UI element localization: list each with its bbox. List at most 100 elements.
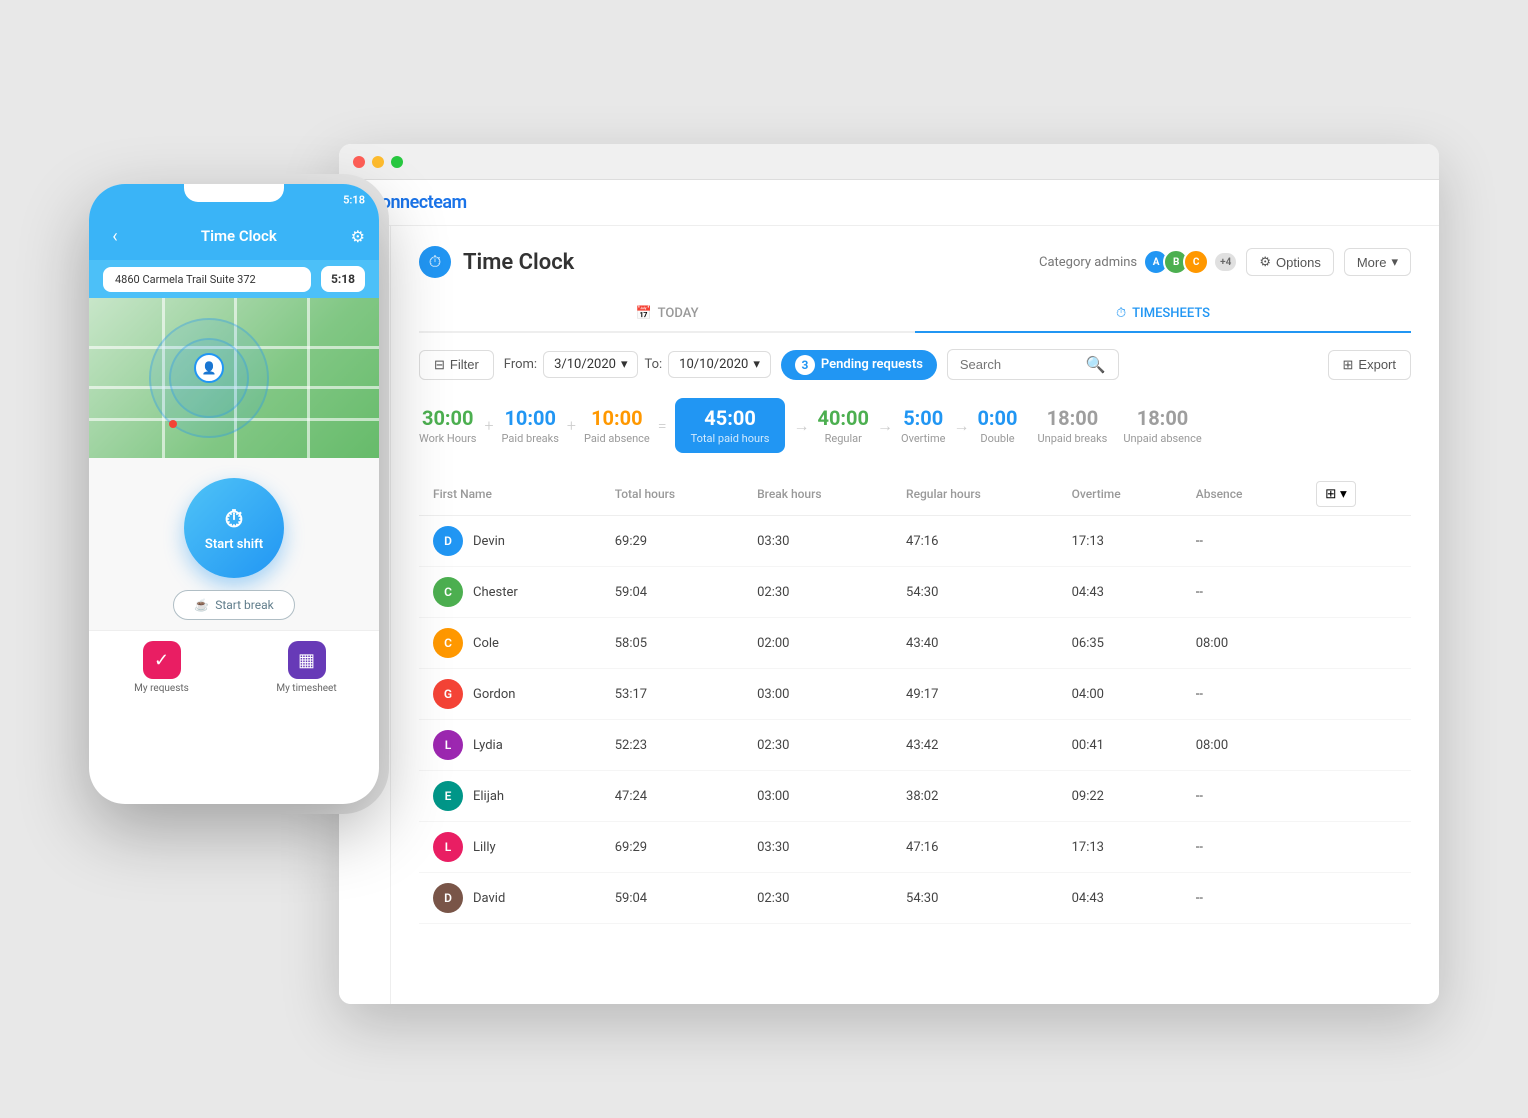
map-user-pin: 👤 bbox=[194, 353, 224, 383]
tab-timesheets[interactable]: ⏱ TIMESHEETS bbox=[915, 296, 1411, 333]
overtime-cell: 04:00 bbox=[1058, 669, 1182, 720]
col-break-hours: Break hours bbox=[743, 473, 892, 516]
col-absence: Absence bbox=[1182, 473, 1302, 516]
phone-notch bbox=[184, 184, 284, 202]
regular-hours-cell: 49:17 bbox=[892, 669, 1058, 720]
table-row[interactable]: C Cole 58:05 02:00 43:40 06:35 08:00 bbox=[419, 618, 1411, 669]
total-hours-cell: 52:23 bbox=[601, 720, 743, 771]
plus-separator-2: + bbox=[567, 416, 576, 435]
stat-total-paid: 45:00 Total paid hours bbox=[675, 398, 786, 453]
admin-avatar: C bbox=[1183, 249, 1209, 275]
page-title-area: ⏱ Time Clock bbox=[419, 246, 574, 278]
stat-double: 0:00 Double bbox=[977, 406, 1017, 445]
search-input[interactable] bbox=[960, 357, 1080, 372]
phone-nav-my-timesheet[interactable]: ▦ My timesheet bbox=[234, 641, 379, 694]
category-admins: Category admins A B C +4 bbox=[1039, 249, 1236, 275]
more-button[interactable]: More ▾ bbox=[1344, 248, 1411, 276]
overtime-cell: 04:43 bbox=[1058, 567, 1182, 618]
phone-notch-bar: 5:18 bbox=[89, 184, 379, 216]
total-hours-cell: 59:04 bbox=[601, 873, 743, 924]
page-content: ⏱ Time Clock Category admins A B C bbox=[391, 226, 1439, 1004]
col-total-hours: Total hours bbox=[601, 473, 743, 516]
regular-hours-cell: 47:16 bbox=[892, 516, 1058, 567]
filter-icon: ⊟ bbox=[434, 357, 445, 373]
options-button[interactable]: ⚙ Options bbox=[1246, 248, 1333, 276]
table-row[interactable]: G Gordon 53:17 03:00 49:17 04:00 -- bbox=[419, 669, 1411, 720]
user-name: Lydia bbox=[473, 738, 503, 753]
page-title: Time Clock bbox=[463, 250, 574, 275]
user-name: Cole bbox=[473, 636, 499, 651]
col-regular-hours: Regular hours bbox=[892, 473, 1058, 516]
overtime-cell: 00:41 bbox=[1058, 720, 1182, 771]
maximize-button[interactable] bbox=[391, 156, 403, 168]
overtime-cell: 04:43 bbox=[1058, 873, 1182, 924]
overtime-cell: 17:13 bbox=[1058, 516, 1182, 567]
phone-address: 4860 Carmela Trail Suite 372 bbox=[103, 267, 311, 292]
stats-row: 30:00 Work Hours + 10:00 Paid breaks + 1… bbox=[419, 398, 1411, 453]
table-row[interactable]: D David 59:04 02:30 54:30 04:43 -- bbox=[419, 873, 1411, 924]
start-shift-button[interactable]: ⏱ Start shift bbox=[184, 478, 284, 578]
search-icon: 🔍 bbox=[1086, 355, 1106, 374]
table-row[interactable]: L Lydia 52:23 02:30 43:42 00:41 08:00 bbox=[419, 720, 1411, 771]
arrow-separator-3: → bbox=[953, 416, 969, 436]
page-header: ⏱ Time Clock Category admins A B C bbox=[419, 246, 1411, 278]
break-hours-cell: 03:30 bbox=[743, 516, 892, 567]
my-timesheet-icon: ▦ bbox=[288, 641, 326, 679]
total-hours-cell: 58:05 bbox=[601, 618, 743, 669]
timeclock-icon: ⏱ bbox=[419, 246, 451, 278]
start-break-button[interactable]: ☕ Start break bbox=[173, 590, 294, 620]
pending-requests-button[interactable]: 3 Pending requests bbox=[781, 350, 937, 380]
plus-separator: + bbox=[485, 416, 494, 435]
user-name: Chester bbox=[473, 585, 518, 600]
equals-separator: = bbox=[658, 416, 667, 435]
absence-cell: -- bbox=[1182, 771, 1302, 822]
table-settings-button[interactable]: ⊞ ▾ bbox=[1316, 481, 1356, 507]
table-row[interactable]: L Lilly 69:29 03:30 47:16 17:13 -- bbox=[419, 822, 1411, 873]
back-button[interactable]: ‹ bbox=[103, 224, 127, 248]
overtime-cell: 06:35 bbox=[1058, 618, 1182, 669]
break-hours-cell: 02:00 bbox=[743, 618, 892, 669]
absence-cell: -- bbox=[1182, 567, 1302, 618]
table-row[interactable]: D Devin 69:29 03:30 47:16 17:13 -- bbox=[419, 516, 1411, 567]
export-icon: ⊞ bbox=[1343, 357, 1354, 373]
phone-nav-my-requests[interactable]: ✓ My requests bbox=[89, 641, 234, 694]
toolbar: ⊟ Filter From: 3/10/2020 ▾ To: 10/10/20 bbox=[419, 349, 1411, 380]
stat-overtime: 5:00 Overtime bbox=[901, 406, 945, 445]
to-date-picker[interactable]: 10/10/2020 ▾ bbox=[668, 351, 771, 378]
table-row[interactable]: C Chester 59:04 02:30 54:30 04:43 -- bbox=[419, 567, 1411, 618]
regular-hours-cell: 43:42 bbox=[892, 720, 1058, 771]
admin-count: +4 bbox=[1215, 253, 1236, 271]
close-button[interactable] bbox=[353, 156, 365, 168]
regular-hours-cell: 47:16 bbox=[892, 822, 1058, 873]
filter-button[interactable]: ⊟ Filter bbox=[419, 350, 494, 380]
tab-today[interactable]: 📅 TODAY bbox=[419, 296, 915, 333]
table-row[interactable]: E Elijah 47:24 03:00 38:02 09:22 -- bbox=[419, 771, 1411, 822]
phone-screen-title: Time Clock bbox=[201, 227, 277, 245]
absence-cell: 08:00 bbox=[1182, 720, 1302, 771]
phone-time-badge: 5:18 bbox=[321, 266, 365, 292]
tabs-bar: 📅 TODAY ⏱ TIMESHEETS bbox=[419, 296, 1411, 333]
break-hours-cell: 03:00 bbox=[743, 771, 892, 822]
regular-hours-cell: 54:30 bbox=[892, 567, 1058, 618]
phone-settings-icon[interactable]: ⚙ bbox=[351, 227, 365, 246]
user-name: Elijah bbox=[473, 789, 504, 804]
absence-cell: -- bbox=[1182, 822, 1302, 873]
break-hours-cell: 03:30 bbox=[743, 822, 892, 873]
calendar-icon: 📅 bbox=[635, 306, 651, 321]
date-range: From: 3/10/2020 ▾ To: 10/10/2020 ▾ bbox=[504, 351, 771, 378]
mobile-phone: 5:18 ‹ Time Clock ⚙ 4860 Carmela Trail S… bbox=[89, 184, 379, 804]
stat-unpaid-absence: 18:00 Unpaid absence bbox=[1123, 406, 1201, 445]
overtime-cell: 17:13 bbox=[1058, 822, 1182, 873]
total-hours-cell: 53:17 bbox=[601, 669, 743, 720]
minimize-button[interactable] bbox=[372, 156, 384, 168]
from-date-picker[interactable]: 3/10/2020 ▾ bbox=[543, 351, 638, 378]
app-header: cconnecteam bbox=[339, 180, 1439, 226]
page-header-actions: Category admins A B C +4 ⚙ Options bbox=[1039, 248, 1411, 276]
user-name: David bbox=[473, 891, 505, 906]
absence-cell: 08:00 bbox=[1182, 618, 1302, 669]
export-button[interactable]: ⊞ Export bbox=[1328, 350, 1411, 380]
phone-header: ‹ Time Clock ⚙ bbox=[89, 216, 379, 260]
absence-cell: -- bbox=[1182, 516, 1302, 567]
search-box[interactable]: 🔍 bbox=[947, 349, 1119, 380]
col-settings: ⊞ ▾ bbox=[1302, 473, 1411, 516]
